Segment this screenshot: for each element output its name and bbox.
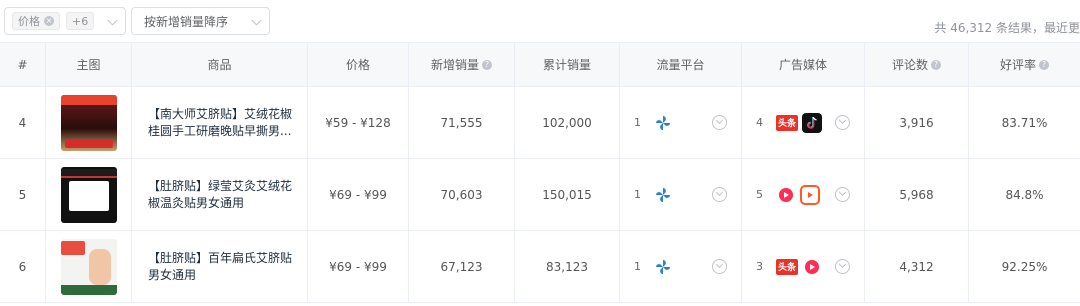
new-sales: 70,603 <box>409 159 515 230</box>
row-index: 5 <box>0 159 46 230</box>
header-price[interactable]: 价格 <box>308 43 409 86</box>
chevron-down-icon <box>251 15 262 26</box>
media-count: 3 <box>756 260 763 273</box>
toutiao-icon: 头条 <box>776 258 798 275</box>
row-index: 4 <box>0 87 46 158</box>
header-product: 商品 <box>132 43 308 86</box>
total-sales: 83,123 <box>515 231 620 302</box>
header-comments[interactable]: 评论数 ? <box>865 43 969 86</box>
header-platform: 流量平台 <box>620 43 742 86</box>
product-price: ¥59 - ¥128 <box>308 87 409 158</box>
expand-icon[interactable] <box>835 187 850 202</box>
row-index: 6 <box>0 231 46 302</box>
table-row[interactable]: 5 【肚脐贴】绿莹艾灸艾绒花椒温灸贴男女通用 ¥69 - ¥99 70,603 … <box>0 159 1080 231</box>
huoshan-icon <box>776 185 796 205</box>
price-filter-tag[interactable]: 价格 × <box>12 12 60 30</box>
close-icon[interactable]: × <box>44 16 54 26</box>
total-sales: 150,015 <box>515 159 620 230</box>
product-name[interactable]: 【肚脐贴】绿莹艾灸艾绒花椒温灸贴男女通用 <box>148 178 293 212</box>
table-row[interactable]: 4 【南大师艾脐贴】艾绒花椒桂圆手工研磨晚贴早撕男... ¥59 - ¥128 … <box>0 87 1080 159</box>
expand-icon[interactable] <box>712 187 727 202</box>
product-table: # 主图 商品 价格 新增销量 ? 累计销量 流量平台 广告媒体 评论数 ? 好… <box>0 42 1080 303</box>
platform-count: 1 <box>634 188 641 201</box>
platform-cell: 1 <box>620 159 742 230</box>
media-cell: 3 头条 <box>742 231 865 302</box>
rating: 83.71% <box>1001 115 1048 130</box>
header-index: # <box>0 43 46 86</box>
product-thumbnail-cell[interactable] <box>46 87 132 158</box>
result-count: 共 46,312 条结果，最近更 <box>934 21 1080 35</box>
product-thumbnail-cell[interactable] <box>46 159 132 230</box>
rating: 84.8% <box>1005 187 1044 202</box>
product-name[interactable]: 【南大师艾脐贴】艾绒花椒桂圆手工研磨晚贴早撕男... <box>148 106 293 140</box>
more-filters-tag[interactable]: +6 <box>66 12 95 30</box>
product-thumbnail[interactable] <box>60 166 117 223</box>
product-name[interactable]: 【肚脐贴】百年扁氏艾脐贴男女通用 <box>148 250 293 284</box>
product-thumbnail[interactable] <box>60 238 117 295</box>
douyin-icon <box>802 112 822 133</box>
table-row[interactable]: 6 【肚脐贴】百年扁氏艾脐贴男女通用 ¥69 - ¥99 67,123 83,1… <box>0 231 1080 303</box>
info-icon[interactable]: ? <box>1039 59 1049 70</box>
product-name-cell[interactable]: 【肚脐贴】绿莹艾灸艾绒花椒温灸贴男女通用 <box>132 159 308 230</box>
media-cell: 5 <box>742 159 865 230</box>
pinwheel-icon <box>655 115 671 130</box>
new-sales: 71,555 <box>409 87 515 158</box>
expand-icon[interactable] <box>712 259 727 274</box>
comment-count: 4,312 <box>865 231 969 302</box>
rating: 92.25% <box>1001 259 1048 274</box>
chevron-down-icon <box>107 15 118 26</box>
filter-bar: 价格 × +6 按新增销量降序 共 46,312 条结果，最近更 <box>0 0 1080 42</box>
info-icon[interactable]: ? <box>931 59 941 70</box>
toutiao-icon: 头条 <box>776 114 798 131</box>
platform-cell: 1 <box>620 231 742 302</box>
table-header: # 主图 商品 价格 新增销量 ? 累计销量 流量平台 广告媒体 评论数 ? 好… <box>0 42 1080 87</box>
header-total-sales[interactable]: 累计销量 <box>515 43 620 86</box>
header-rating-label: 好评率 <box>999 58 1036 72</box>
comment-count: 3,916 <box>865 87 969 158</box>
huoshan-icon <box>802 257 822 277</box>
price-filter-tag-label: 价格 <box>18 15 40 28</box>
comment-count: 5,968 <box>865 159 969 230</box>
header-media: 广告媒体 <box>742 43 865 86</box>
kuaishou-icon <box>800 184 820 205</box>
header-new-sales-label: 新增销量 <box>430 58 479 72</box>
media-count: 4 <box>756 116 763 129</box>
product-name-cell[interactable]: 【南大师艾脐贴】艾绒花椒桂圆手工研磨晚贴早撕男... <box>132 87 308 158</box>
platform-cell: 1 <box>620 87 742 158</box>
sort-select-label: 按新增销量降序 <box>144 14 229 29</box>
product-price: ¥69 - ¥99 <box>308 159 409 230</box>
product-price: ¥69 - ¥99 <box>308 231 409 302</box>
media-cell: 4 头条 <box>742 87 865 158</box>
expand-icon[interactable] <box>835 115 850 130</box>
new-sales: 67,123 <box>409 231 515 302</box>
sort-select[interactable]: 按新增销量降序 <box>131 7 270 35</box>
pinwheel-icon <box>655 259 671 274</box>
expand-icon[interactable] <box>835 259 850 274</box>
header-new-sales[interactable]: 新增销量 ? <box>409 43 515 86</box>
expand-icon[interactable] <box>712 115 727 130</box>
info-icon[interactable]: ? <box>482 59 492 70</box>
filter-select[interactable]: 价格 × +6 <box>4 7 126 35</box>
product-thumbnail[interactable] <box>60 94 117 151</box>
header-comments-label: 评论数 <box>891 58 928 72</box>
media-count: 5 <box>756 188 763 201</box>
platform-count: 1 <box>634 116 641 129</box>
total-sales: 102,000 <box>515 87 620 158</box>
header-image: 主图 <box>46 43 132 86</box>
product-thumbnail-cell[interactable] <box>46 231 132 302</box>
header-rating[interactable]: 好评率 ? <box>969 43 1080 86</box>
product-name-cell[interactable]: 【肚脐贴】百年扁氏艾脐贴男女通用 <box>132 231 308 302</box>
pinwheel-icon <box>655 187 671 202</box>
platform-count: 1 <box>634 260 641 273</box>
